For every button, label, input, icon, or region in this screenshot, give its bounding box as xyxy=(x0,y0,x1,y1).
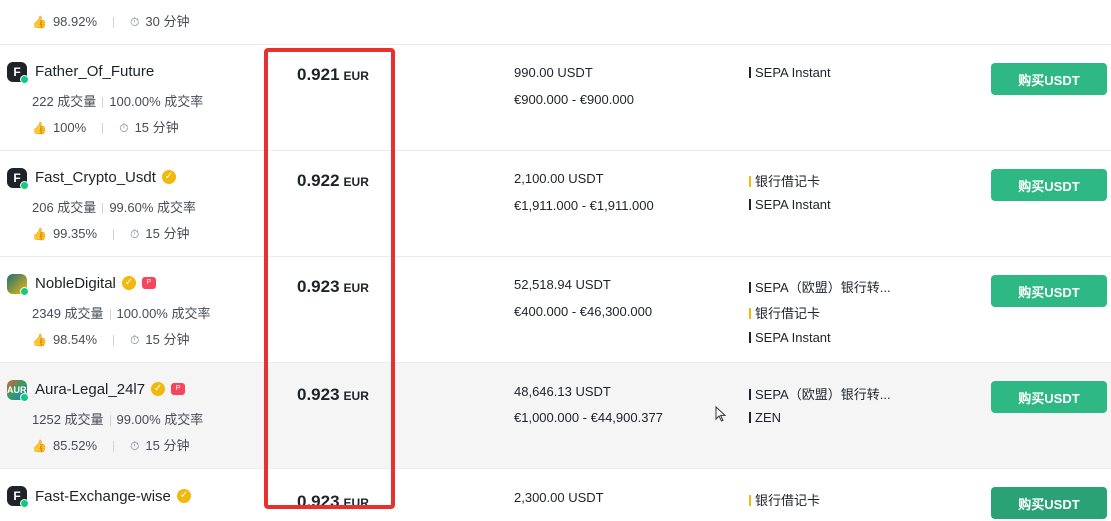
price: 0.921 EUR xyxy=(297,65,369,84)
thumbs-up-icon: 👍 xyxy=(32,439,47,453)
payment-method: ZEN xyxy=(749,410,781,425)
payment-method: SEPA（欧盟）银行转... xyxy=(749,277,891,296)
online-status-icon xyxy=(20,287,29,296)
verified-check-icon: ✓ xyxy=(176,489,191,504)
merchant-row: F Father_Of_Future 222 成交量 100.00% 成交率 👍 1… xyxy=(0,45,1111,151)
payment-method: SEPA（欧盟）银行转... xyxy=(749,384,891,403)
online-status-icon xyxy=(20,181,29,190)
verified-check-icon: ✓ xyxy=(161,170,176,185)
available-amount: 52,518.94 USDT xyxy=(514,277,611,292)
merchant-name[interactable]: Fast_Crypto_Usdt ✓ xyxy=(35,169,176,186)
available-amount: 48,646.13 USDT xyxy=(514,384,611,399)
merchant-meta: 👍 98.92% ⏱ 30 分钟 xyxy=(32,14,190,29)
online-status-icon xyxy=(20,393,29,402)
merchant-avatar[interactable]: F xyxy=(7,486,29,508)
merchant-stats: 222 成交量 100.00% 成交率 xyxy=(32,94,204,109)
merchant-avatar[interactable] xyxy=(7,274,29,296)
price: 0.923 EUR xyxy=(297,277,369,296)
stopwatch-icon: ⏱ xyxy=(130,333,140,347)
stopwatch-icon: ⏱ xyxy=(130,439,140,453)
merchant-meta: 👍 100% ⏱ 15 分钟 xyxy=(32,120,179,135)
thumbs-up-icon: 👍 xyxy=(32,227,47,241)
payment-method: 银行借记卡 xyxy=(749,303,820,322)
stopwatch-icon: ⏱ xyxy=(130,227,140,241)
price: 0.922 EUR xyxy=(297,171,369,190)
payment-method: 银行借记卡 xyxy=(749,171,820,190)
online-status-icon xyxy=(20,75,29,84)
partial-merchant-row: 👍 98.92% ⏱ 30 分钟 xyxy=(0,0,1111,45)
price: 0.923 EUR xyxy=(297,385,369,404)
merchant-name[interactable]: Aura-Legal_24l7 ✓ P xyxy=(35,381,186,398)
pro-badge-icon: P xyxy=(171,383,186,396)
payment-method: SEPA Instant xyxy=(749,197,831,212)
merchant-avatar[interactable]: AURA xyxy=(7,380,33,402)
online-status-icon xyxy=(20,499,29,508)
buy-usdt-button[interactable]: 购买USDT xyxy=(991,275,1107,307)
stopwatch-icon: ⏱ xyxy=(130,15,140,29)
thumbs-up-icon: 👍 xyxy=(32,15,47,29)
merchant-meta: 👍 98.54% ⏱ 15 分钟 xyxy=(32,332,190,347)
buy-usdt-button[interactable]: 购买USDT xyxy=(991,169,1107,201)
buy-usdt-button[interactable]: 购买USDT xyxy=(991,63,1107,95)
payment-method: SEPA Instant xyxy=(749,65,831,80)
order-limit: €1,000.000 - €44,900.377 xyxy=(514,410,663,425)
merchant-name[interactable]: Fast-Exchange-wise ✓ xyxy=(35,488,191,505)
buy-usdt-button[interactable]: 购买USDT xyxy=(991,381,1107,413)
thumbs-up-icon: 👍 xyxy=(32,333,47,347)
merchant-avatar[interactable]: F xyxy=(7,168,29,190)
available-amount: 2,300.00 USDT xyxy=(514,490,604,505)
order-limit: €1,911.000 - €1,911.000 xyxy=(514,198,654,213)
payment-method: 银行借记卡 xyxy=(749,490,820,509)
price: 0.923 EUR xyxy=(297,492,369,511)
merchant-stats: 1252 成交量 99.00% 成交率 xyxy=(32,412,204,427)
order-limit: €900.000 - €900.000 xyxy=(514,92,634,107)
payment-method: SEPA Instant xyxy=(749,330,831,345)
order-limit: €400.000 - €46,300.000 xyxy=(514,304,653,319)
stopwatch-icon: ⏱ xyxy=(119,121,129,135)
merchant-stats: 2349 成交量 100.00% 成交率 xyxy=(32,306,211,321)
merchant-meta: 👍 99.35% ⏱ 15 分钟 xyxy=(32,226,190,241)
thumbs-up-icon: 👍 xyxy=(32,121,47,135)
merchant-stats: 206 成交量 99.60% 成交率 xyxy=(32,200,197,215)
merchant-name[interactable]: Father_Of_Future xyxy=(35,63,154,80)
merchant-row: F Fast_Crypto_Usdt ✓ 206 成交量 99.60% 成交率 👍 9… xyxy=(0,151,1111,257)
merchant-row: NobleDigital ✓ P 2349 成交量 100.00% 成交率 👍 98.5… xyxy=(0,257,1111,363)
merchant-row: AURA Aura-Legal_24l7 ✓ P 1252 成交量 99.00% 成交… xyxy=(0,363,1111,469)
merchant-name[interactable]: NobleDigital ✓ P xyxy=(35,275,156,292)
verified-check-icon: ✓ xyxy=(121,276,136,291)
pro-badge-icon: P xyxy=(141,277,156,290)
buy-usdt-button[interactable]: 购买USDT xyxy=(991,487,1107,519)
mouse-cursor-icon xyxy=(715,406,727,422)
available-amount: 990.00 USDT xyxy=(514,65,593,80)
merchant-avatar[interactable]: F xyxy=(7,62,29,84)
merchant-meta: 👍 85.52% ⏱ 15 分钟 xyxy=(32,438,190,453)
merchant-row: F Fast-Exchange-wise ✓ 0.923 EUR 2,300.00 … xyxy=(0,469,1111,521)
verified-check-icon: ✓ xyxy=(151,382,166,397)
available-amount: 2,100.00 USDT xyxy=(514,171,604,186)
